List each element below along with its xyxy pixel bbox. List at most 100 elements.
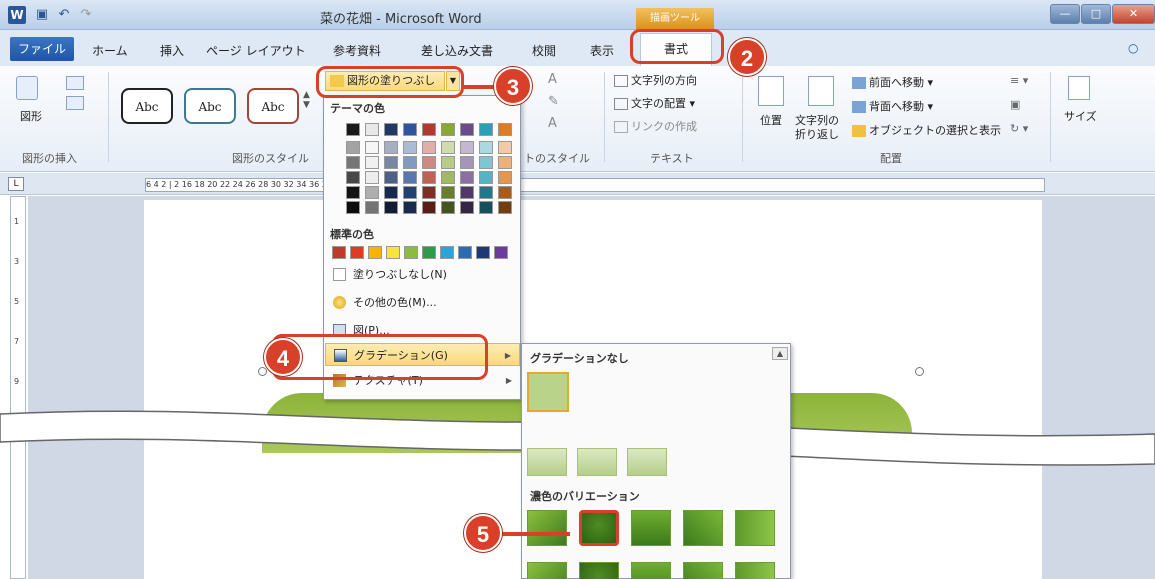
tab-references[interactable]: 参考資料: [333, 42, 381, 59]
create-link-button[interactable]: リンクの作成: [614, 118, 697, 134]
tab-review[interactable]: 校閲: [532, 42, 556, 59]
help-icon[interactable]: ○: [1128, 41, 1138, 55]
no-fill-item[interactable]: 塗りつぶしなし(N): [325, 263, 520, 286]
color-swatch[interactable]: [498, 171, 512, 184]
align-icon[interactable]: ≡ ▾: [1010, 74, 1028, 87]
color-swatch[interactable]: [460, 141, 474, 154]
selection-pane-button[interactable]: オブジェクトの選択と表示: [852, 122, 1001, 138]
color-swatch[interactable]: [460, 186, 474, 199]
shapes-icon[interactable]: [16, 76, 38, 100]
scroll-up-icon[interactable]: ▲: [772, 347, 788, 360]
color-swatch[interactable]: [384, 123, 398, 136]
redo-icon[interactable]: ↷: [78, 7, 94, 23]
color-swatch[interactable]: [422, 156, 436, 169]
position-label[interactable]: 位置: [760, 112, 782, 128]
color-swatch[interactable]: [384, 141, 398, 154]
color-swatch[interactable]: [479, 141, 493, 154]
color-swatch[interactable]: [460, 123, 474, 136]
tab-file[interactable]: ファイル: [10, 37, 74, 61]
maximize-button[interactable]: □: [1081, 4, 1111, 24]
shape-style-sample-1[interactable]: Abc: [121, 88, 173, 124]
color-swatch[interactable]: [365, 156, 379, 169]
light-gradient-tile[interactable]: [527, 448, 567, 476]
color-swatch[interactable]: [498, 201, 512, 214]
color-swatch[interactable]: [365, 171, 379, 184]
color-swatch[interactable]: [346, 141, 360, 154]
text-outline-icon[interactable]: ✎: [548, 94, 559, 109]
selection-handle[interactable]: [915, 367, 924, 376]
color-swatch[interactable]: [384, 171, 398, 184]
color-swatch[interactable]: [479, 186, 493, 199]
tab-insert[interactable]: 挿入: [160, 42, 184, 59]
dark-gradient-tile[interactable]: [579, 510, 619, 546]
tab-home[interactable]: ホーム: [92, 42, 128, 59]
size-label[interactable]: サイズ: [1064, 108, 1097, 124]
color-swatch[interactable]: [384, 201, 398, 214]
selection-handle[interactable]: [258, 367, 267, 376]
group-objects-icon[interactable]: ▣: [1010, 98, 1020, 111]
color-swatch[interactable]: [441, 123, 455, 136]
standard-color-swatch[interactable]: [404, 246, 418, 259]
standard-color-swatch[interactable]: [476, 246, 490, 259]
tab-view[interactable]: 表示: [590, 42, 614, 59]
vertical-ruler[interactable]: 1 3 5 7 9: [10, 196, 26, 579]
text-direction-button[interactable]: 文字列の方向: [614, 72, 697, 88]
horizontal-ruler[interactable]: 6 4 2 | 2 16 18 20 22 24 26 28 30 32 34 …: [145, 178, 1045, 192]
standard-color-swatch[interactable]: [422, 246, 436, 259]
edit-shape-icon[interactable]: [66, 76, 84, 90]
color-swatch[interactable]: [441, 141, 455, 154]
tab-mailings[interactable]: 差し込み文書: [421, 42, 493, 59]
color-swatch[interactable]: [384, 156, 398, 169]
save-icon[interactable]: ▣: [34, 7, 50, 23]
shapes-button-label[interactable]: 図形: [20, 108, 42, 124]
dark-gradient-tile[interactable]: [735, 510, 775, 546]
minimize-button[interactable]: —: [1050, 4, 1080, 24]
dark-gradient-tile[interactable]: [579, 562, 619, 579]
rotate-icon[interactable]: ↻ ▾: [1010, 122, 1028, 135]
light-gradient-tile[interactable]: [577, 448, 617, 476]
size-icon[interactable]: [1068, 76, 1090, 100]
color-swatch[interactable]: [346, 186, 360, 199]
standard-color-swatch[interactable]: [458, 246, 472, 259]
color-swatch[interactable]: [403, 186, 417, 199]
undo-icon[interactable]: ↶: [56, 7, 72, 23]
shape-style-sample-3[interactable]: Abc: [247, 88, 299, 124]
color-swatch[interactable]: [479, 201, 493, 214]
dark-gradient-tile[interactable]: [735, 562, 775, 579]
text-effects-icon[interactable]: A: [548, 116, 557, 131]
color-swatch[interactable]: [460, 201, 474, 214]
color-swatch[interactable]: [441, 201, 455, 214]
dark-gradient-tile[interactable]: [631, 562, 671, 579]
color-swatch[interactable]: [460, 156, 474, 169]
color-swatch[interactable]: [403, 123, 417, 136]
color-swatch[interactable]: [365, 141, 379, 154]
color-swatch[interactable]: [422, 123, 436, 136]
send-backward-button[interactable]: 背面へ移動 ▾: [852, 98, 933, 114]
word-app-icon[interactable]: W: [8, 6, 26, 24]
color-swatch[interactable]: [460, 171, 474, 184]
bring-forward-button[interactable]: 前面へ移動 ▾: [852, 74, 933, 90]
color-swatch[interactable]: [422, 201, 436, 214]
color-swatch[interactable]: [384, 186, 398, 199]
color-swatch[interactable]: [346, 123, 360, 136]
wrap-text-label-2[interactable]: 折り返し: [795, 126, 839, 142]
dark-gradient-tile[interactable]: [527, 562, 567, 579]
more-colors-item[interactable]: その他の色(M)...: [325, 291, 520, 314]
color-swatch[interactable]: [479, 156, 493, 169]
text-box-icon[interactable]: [66, 96, 84, 110]
light-gradient-tile[interactable]: [627, 448, 667, 476]
color-swatch[interactable]: [365, 186, 379, 199]
color-swatch[interactable]: [422, 141, 436, 154]
color-swatch[interactable]: [346, 171, 360, 184]
standard-color-swatch[interactable]: [368, 246, 382, 259]
color-swatch[interactable]: [403, 201, 417, 214]
color-swatch[interactable]: [441, 156, 455, 169]
color-swatch[interactable]: [365, 123, 379, 136]
tab-selector[interactable]: L: [8, 177, 24, 191]
standard-color-swatch[interactable]: [386, 246, 400, 259]
dark-gradient-tile[interactable]: [683, 562, 723, 579]
color-swatch[interactable]: [479, 123, 493, 136]
color-swatch[interactable]: [403, 141, 417, 154]
color-swatch[interactable]: [346, 156, 360, 169]
no-gradient-swatch[interactable]: [527, 372, 569, 412]
